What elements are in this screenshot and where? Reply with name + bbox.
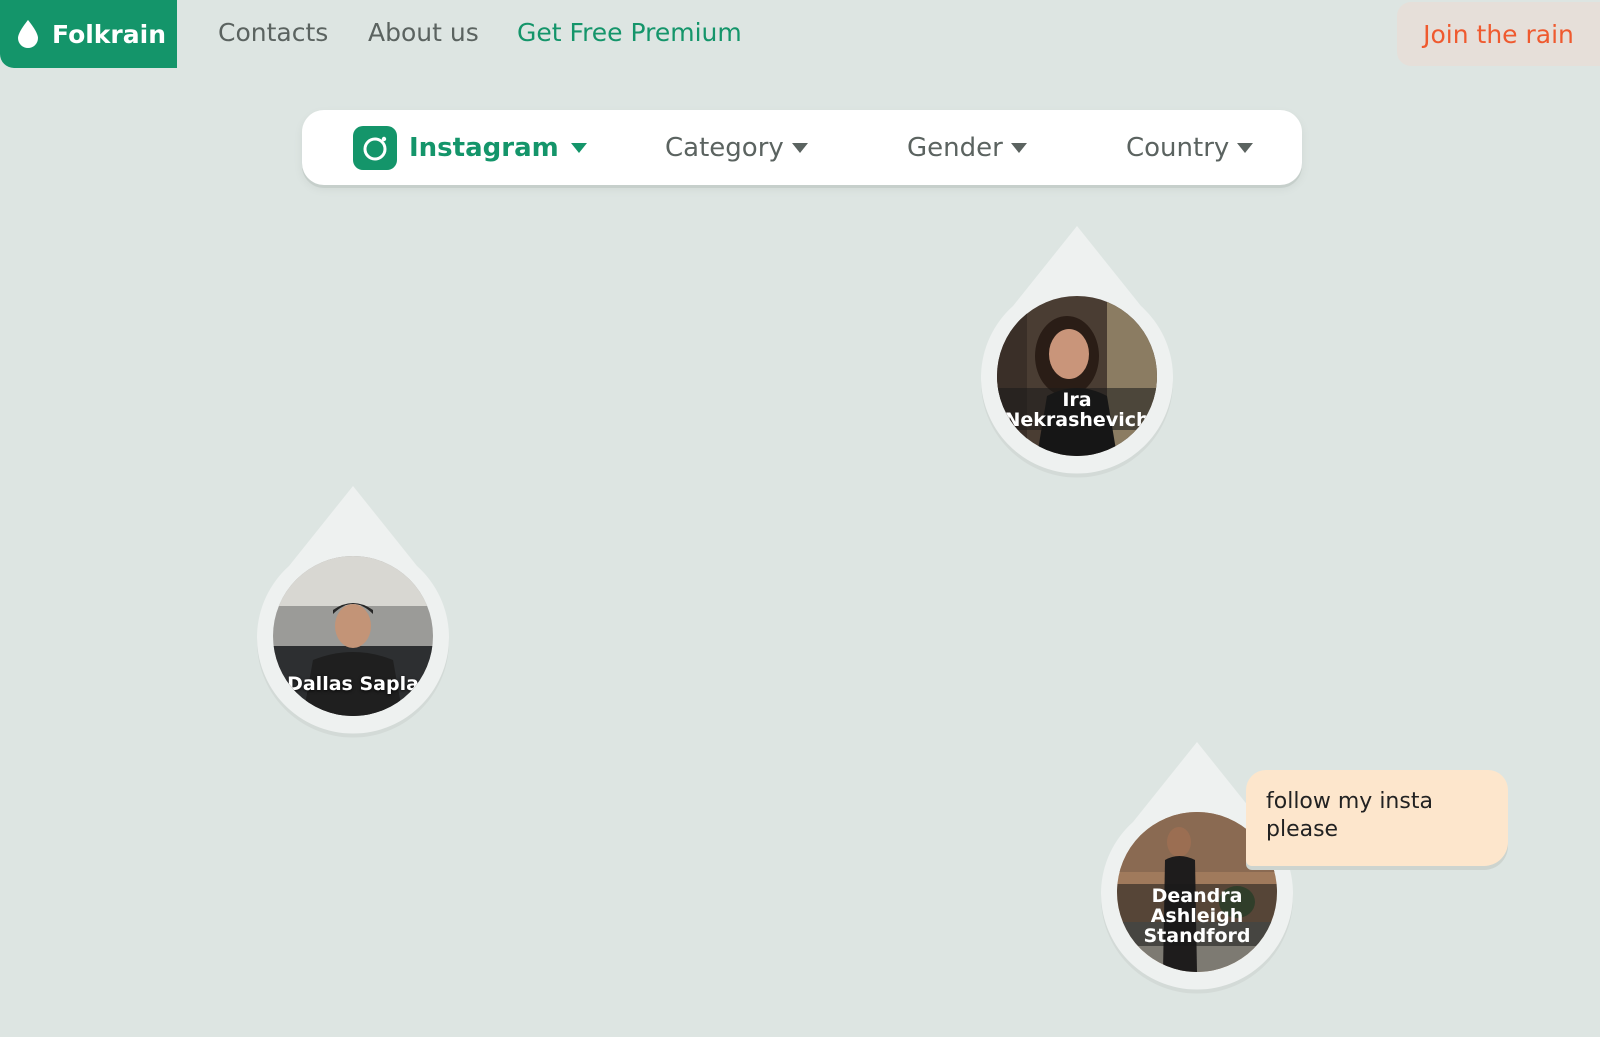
platform-filter-label: Instagram [409,132,559,163]
instagram-icon [353,125,397,170]
caret-down-icon [570,142,587,153]
avatar: Dallas Sapla [273,556,433,716]
nav-link-contacts[interactable]: Contacts [218,18,328,47]
caret-down-icon [1237,142,1254,153]
logo-label: Folkrain [52,19,167,49]
nav-link-get-free-premium[interactable]: Get Free Premium [517,18,742,47]
filter-bar: Instagram Category Gender Country [302,110,1302,185]
profile-name: Deandra Ashleigh Standford [1117,884,1277,946]
country-filter-dropdown[interactable]: Country [1126,110,1254,185]
droplet-icon [16,19,40,49]
profile-name: Dallas Sapla [287,673,419,695]
caret-down-icon [1010,142,1027,153]
message-text: follow my insta please [1266,789,1433,842]
caret-down-icon [791,142,808,153]
platform-filter-dropdown[interactable]: Instagram [353,110,587,185]
country-filter-label: Country [1126,132,1230,163]
profile-drop-dallas[interactable]: Dallas Sapla [253,484,453,744]
message-bubble: follow my insta please [1246,770,1508,866]
profile-name: Ira Nekrashevich [997,388,1157,430]
nav-link-about-us[interactable]: About us [368,18,479,47]
avatar: Ira Nekrashevich [997,296,1157,456]
gender-filter-dropdown[interactable]: Gender [907,110,1027,185]
profile-drop-ira[interactable]: Ira Nekrashevich [977,224,1177,484]
category-filter-label: Category [665,132,784,163]
logo[interactable]: Folkrain [0,0,177,68]
gender-filter-label: Gender [907,132,1003,163]
join-the-rain-button[interactable]: Join the rain [1397,2,1600,66]
category-filter-dropdown[interactable]: Category [665,110,808,185]
